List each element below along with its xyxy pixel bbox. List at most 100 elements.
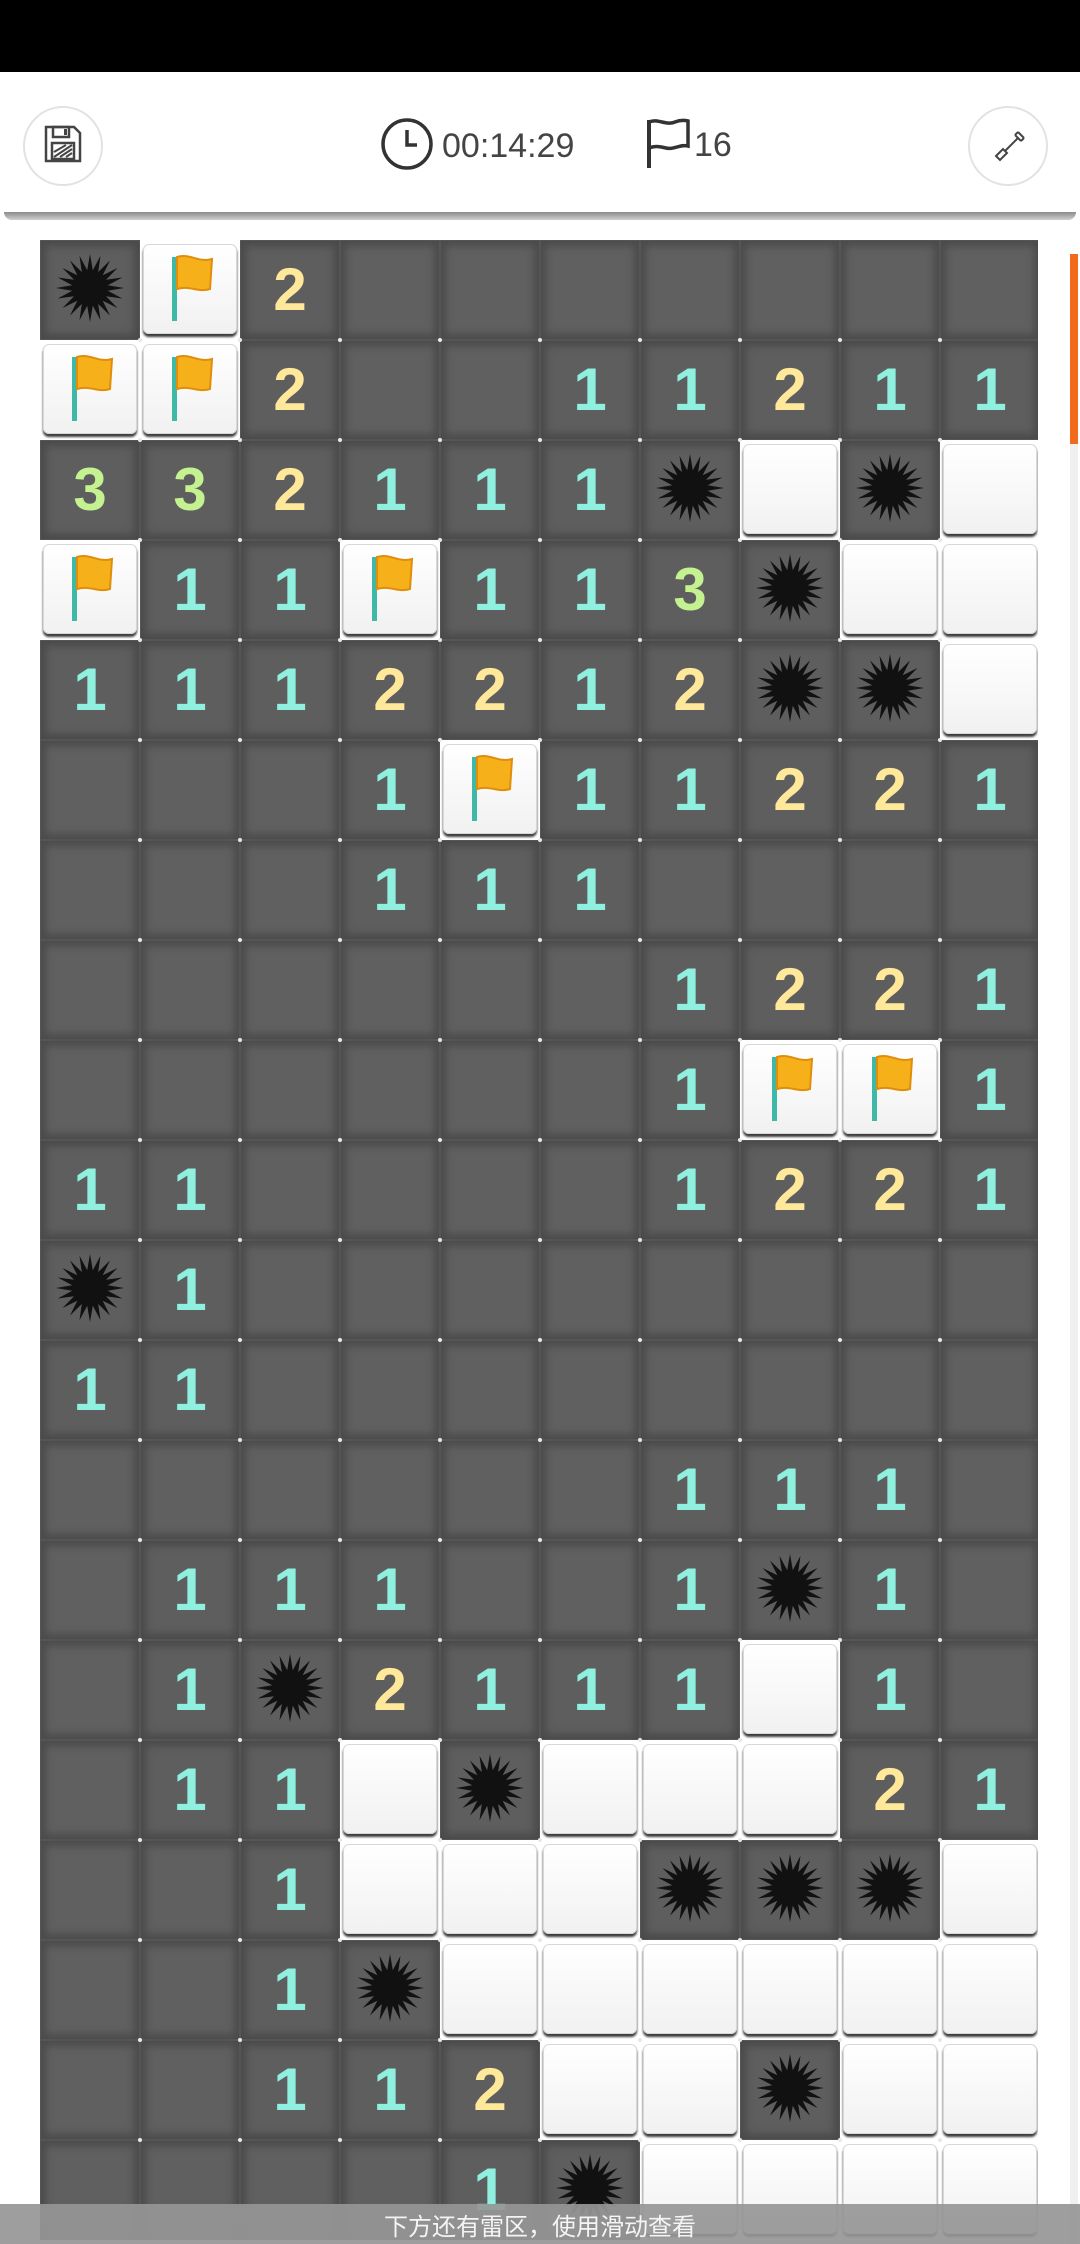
mine-cell[interactable] (440, 1740, 540, 1840)
number-cell[interactable]: 1 (140, 1240, 240, 1340)
number-cell[interactable]: 2 (740, 740, 840, 840)
unopened-cell[interactable] (340, 240, 440, 340)
unopened-cell[interactable] (540, 1540, 640, 1640)
number-cell[interactable]: 1 (640, 1040, 740, 1140)
number-cell[interactable]: 1 (940, 340, 1038, 440)
number-cell[interactable]: 1 (140, 640, 240, 740)
unopened-cell[interactable] (940, 1440, 1038, 1540)
number-cell[interactable]: 1 (540, 540, 640, 640)
unopened-cell[interactable] (140, 1940, 240, 2040)
number-cell[interactable]: 1 (140, 540, 240, 640)
number-cell[interactable]: 1 (340, 740, 440, 840)
revealed-empty-cell[interactable] (443, 1944, 537, 2034)
flagged-cell[interactable] (743, 1044, 837, 1134)
unopened-cell[interactable] (40, 1540, 140, 1640)
number-cell[interactable]: 2 (240, 440, 340, 540)
revealed-empty-cell[interactable] (543, 1744, 637, 1834)
unopened-cell[interactable] (840, 840, 940, 940)
number-cell[interactable]: 1 (340, 440, 440, 540)
unopened-cell[interactable] (40, 1040, 140, 1140)
unopened-cell[interactable] (940, 1540, 1038, 1640)
unopened-cell[interactable] (240, 940, 340, 1040)
number-cell[interactable]: 1 (640, 1640, 740, 1740)
number-cell[interactable]: 1 (840, 1540, 940, 1640)
unopened-cell[interactable] (240, 1140, 340, 1240)
unopened-cell[interactable] (440, 1540, 540, 1640)
number-cell[interactable]: 2 (740, 1140, 840, 1240)
unopened-cell[interactable] (540, 1140, 640, 1240)
revealed-empty-cell[interactable] (743, 1944, 837, 2034)
unopened-cell[interactable] (240, 1340, 340, 1440)
unopened-cell[interactable] (840, 240, 940, 340)
scrollbar-thumb[interactable] (1070, 254, 1078, 444)
revealed-empty-cell[interactable] (943, 544, 1037, 634)
revealed-empty-cell[interactable] (843, 544, 937, 634)
mine-cell[interactable] (740, 2040, 840, 2140)
number-cell[interactable]: 1 (540, 740, 640, 840)
unopened-cell[interactable] (340, 1040, 440, 1140)
unopened-cell[interactable] (340, 1240, 440, 1340)
unopened-cell[interactable] (740, 840, 840, 940)
number-cell[interactable]: 2 (340, 1640, 440, 1740)
unopened-cell[interactable] (40, 1840, 140, 1940)
unopened-cell[interactable] (740, 1240, 840, 1340)
number-cell[interactable]: 2 (640, 640, 740, 740)
number-cell[interactable]: 1 (240, 540, 340, 640)
unopened-cell[interactable] (140, 840, 240, 940)
unopened-cell[interactable] (340, 1440, 440, 1540)
unopened-cell[interactable] (40, 840, 140, 940)
number-cell[interactable]: 1 (240, 1740, 340, 1840)
unopened-cell[interactable] (340, 940, 440, 1040)
number-cell[interactable]: 1 (640, 1540, 740, 1640)
number-cell[interactable]: 2 (240, 240, 340, 340)
revealed-empty-cell[interactable] (643, 2044, 737, 2134)
number-cell[interactable]: 1 (240, 640, 340, 740)
number-cell[interactable]: 3 (140, 440, 240, 540)
unopened-cell[interactable] (940, 840, 1038, 940)
number-cell[interactable]: 2 (840, 1740, 940, 1840)
unopened-cell[interactable] (240, 1040, 340, 1140)
unopened-cell[interactable] (240, 840, 340, 940)
unopened-cell[interactable] (540, 240, 640, 340)
number-cell[interactable]: 2 (840, 940, 940, 1040)
number-cell[interactable]: 2 (440, 2040, 540, 2140)
number-cell[interactable]: 1 (240, 1940, 340, 2040)
revealed-empty-cell[interactable] (743, 444, 837, 534)
mine-cell[interactable] (840, 640, 940, 740)
unopened-cell[interactable] (140, 1840, 240, 1940)
number-cell[interactable]: 1 (40, 640, 140, 740)
mine-cell[interactable] (740, 1840, 840, 1940)
revealed-empty-cell[interactable] (443, 1844, 537, 1934)
unopened-cell[interactable] (440, 240, 540, 340)
number-cell[interactable]: 1 (640, 1140, 740, 1240)
flagged-cell[interactable] (443, 744, 537, 834)
unopened-cell[interactable] (540, 1240, 640, 1340)
unopened-cell[interactable] (440, 1440, 540, 1540)
revealed-empty-cell[interactable] (643, 1944, 737, 2034)
mine-cell[interactable] (840, 440, 940, 540)
number-cell[interactable]: 1 (140, 1340, 240, 1440)
number-cell[interactable]: 1 (540, 640, 640, 740)
unopened-cell[interactable] (940, 1240, 1038, 1340)
number-cell[interactable]: 1 (140, 1140, 240, 1240)
number-cell[interactable]: 1 (340, 840, 440, 940)
unopened-cell[interactable] (140, 1040, 240, 1140)
number-cell[interactable]: 1 (640, 740, 740, 840)
unopened-cell[interactable] (440, 1240, 540, 1340)
unopened-cell[interactable] (840, 1240, 940, 1340)
unopened-cell[interactable] (640, 840, 740, 940)
number-cell[interactable]: 1 (540, 440, 640, 540)
revealed-empty-cell[interactable] (343, 1744, 437, 1834)
revealed-empty-cell[interactable] (843, 2044, 937, 2134)
mine-cell[interactable] (40, 240, 140, 340)
revealed-empty-cell[interactable] (943, 1944, 1037, 2034)
number-cell[interactable]: 1 (40, 1140, 140, 1240)
number-cell[interactable]: 1 (840, 340, 940, 440)
flagged-cell[interactable] (143, 344, 237, 434)
number-cell[interactable]: 1 (240, 1540, 340, 1640)
number-cell[interactable]: 1 (340, 1540, 440, 1640)
revealed-empty-cell[interactable] (543, 1844, 637, 1934)
unopened-cell[interactable] (140, 940, 240, 1040)
number-cell[interactable]: 1 (240, 1840, 340, 1940)
unopened-cell[interactable] (40, 2040, 140, 2140)
